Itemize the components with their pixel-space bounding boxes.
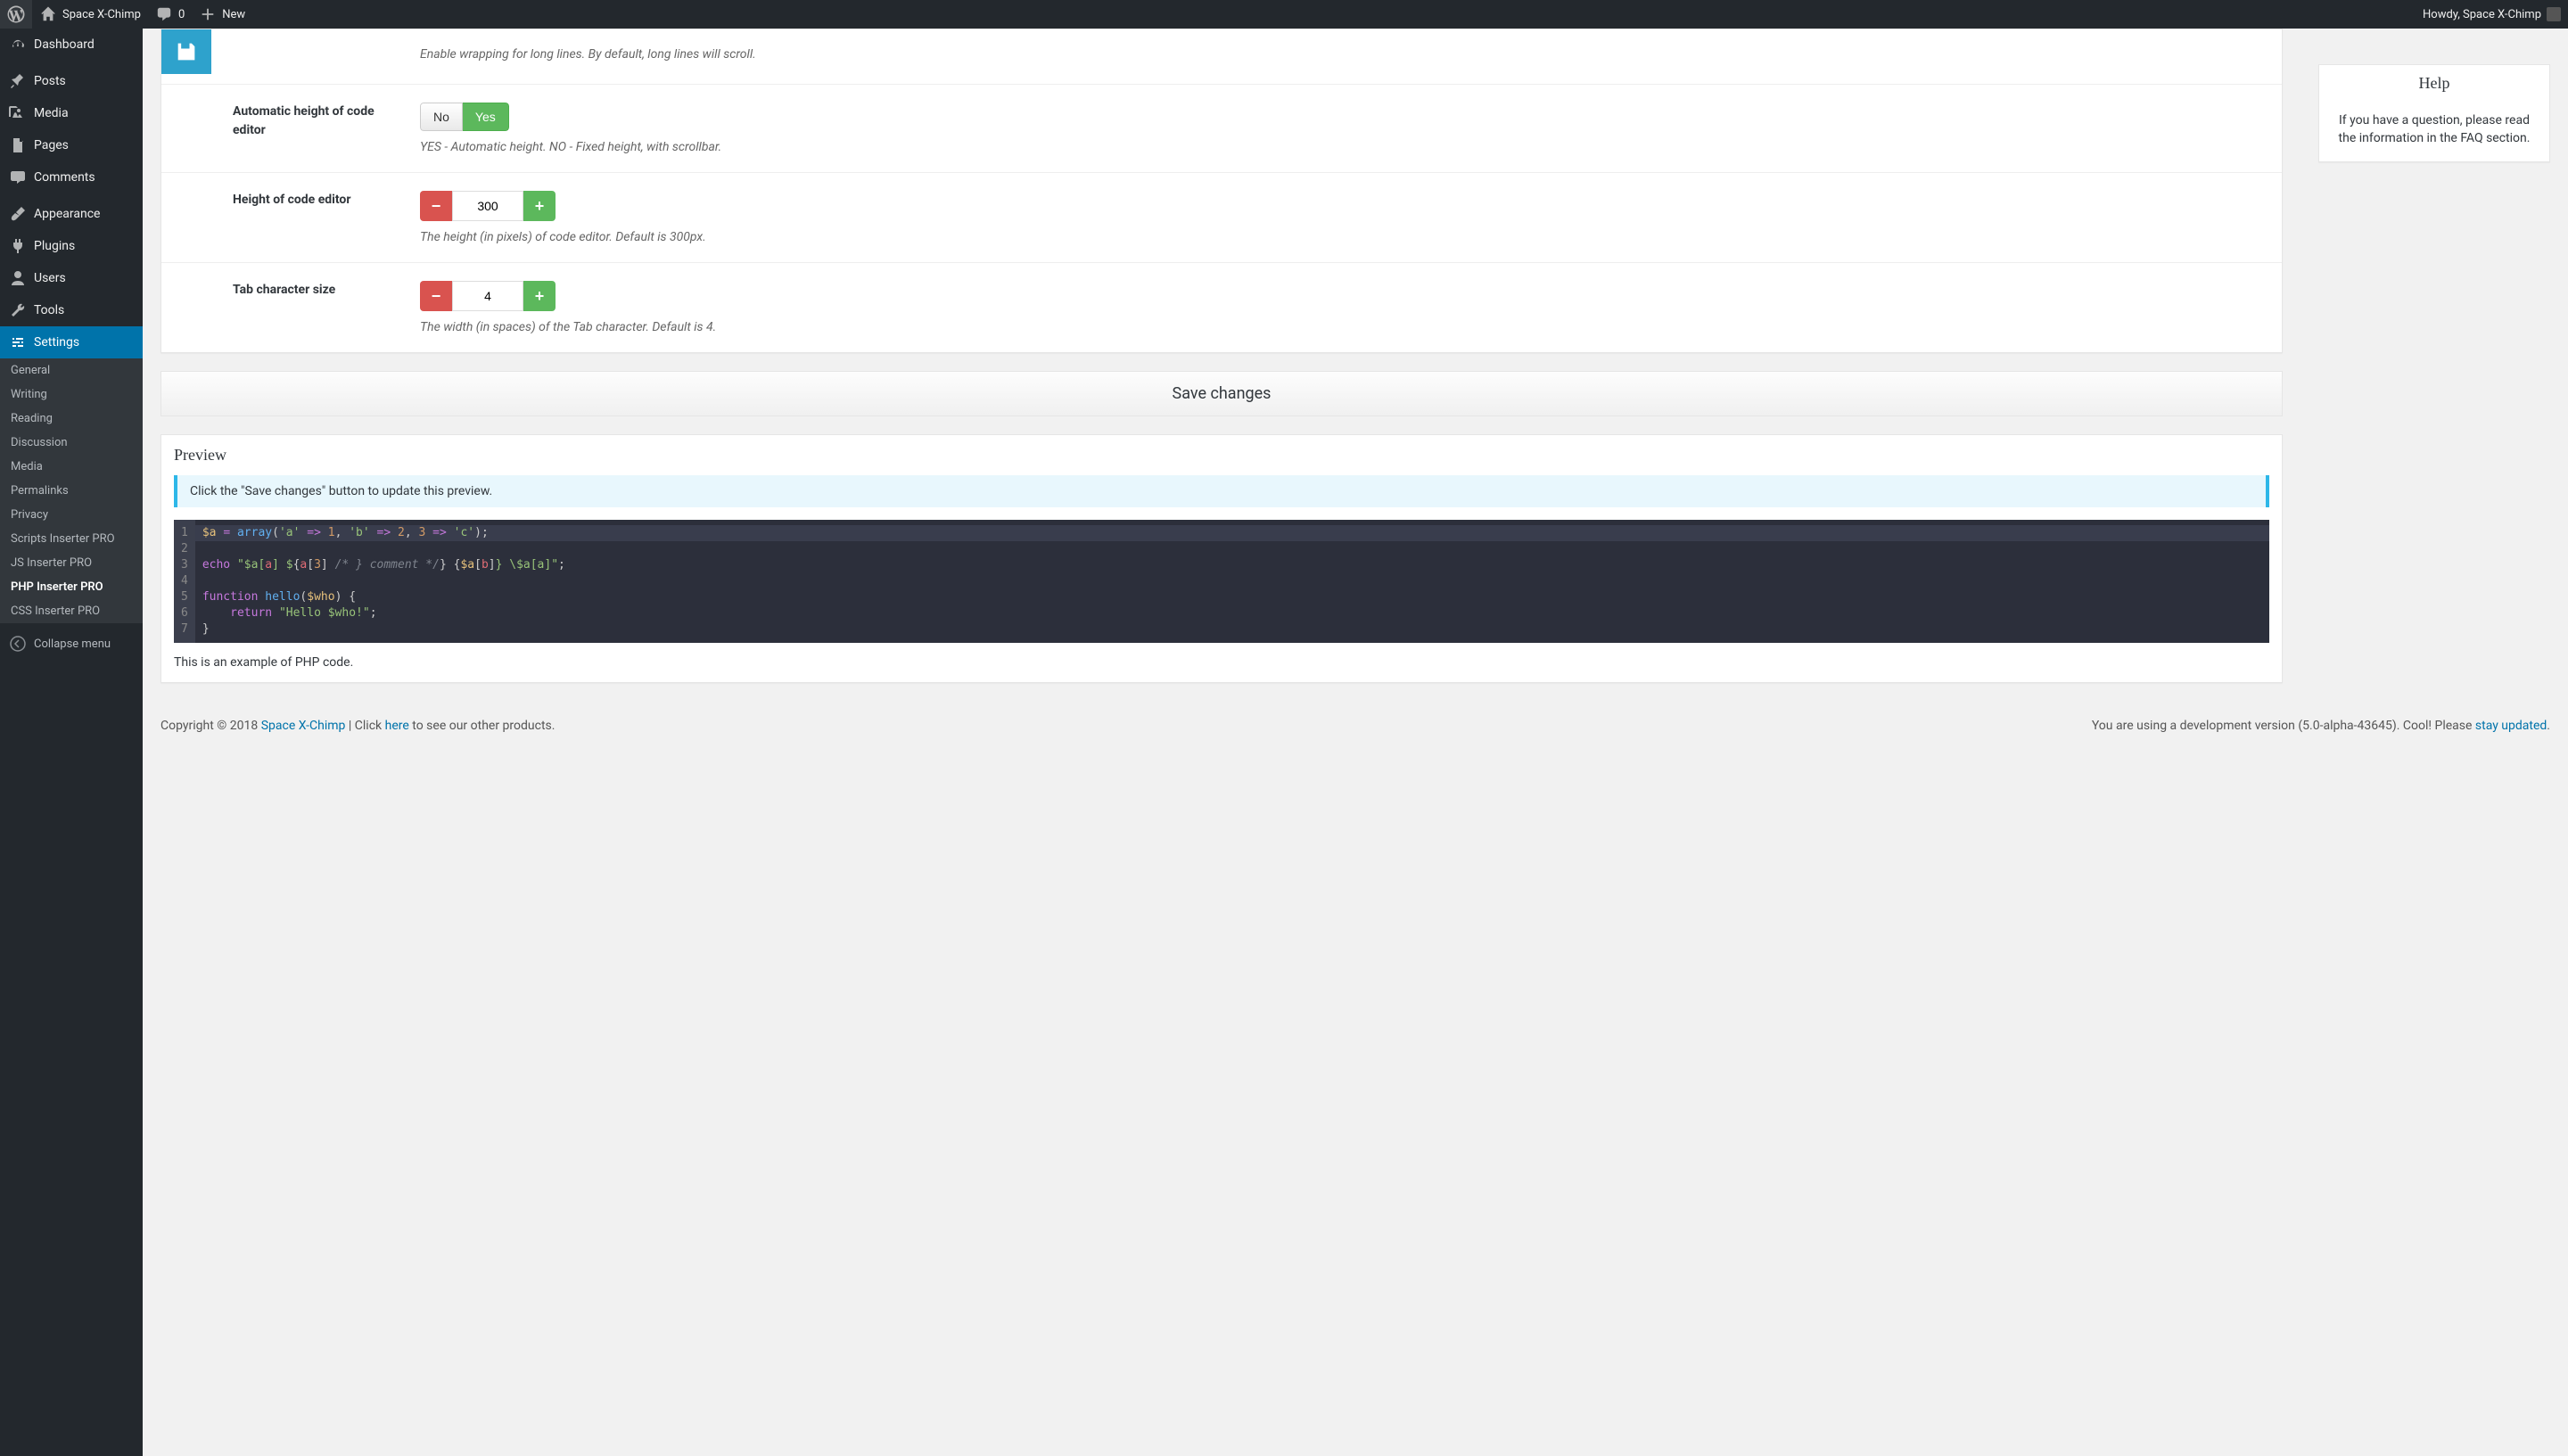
- floppy-disk-icon: [174, 39, 199, 64]
- comment-count: 0: [178, 8, 185, 21]
- height-increment[interactable]: +: [523, 191, 556, 221]
- submenu-permalinks[interactable]: Permalinks: [0, 479, 143, 503]
- code-gutter: 1234567: [174, 520, 195, 643]
- submenu-writing[interactable]: Writing: [0, 383, 143, 407]
- toggle-no[interactable]: No: [420, 103, 463, 131]
- menu-appearance[interactable]: Appearance: [0, 198, 143, 230]
- submenu-php-inserter[interactable]: PHP Inserter PRO: [0, 575, 143, 599]
- tab-decrement[interactable]: −: [420, 281, 452, 311]
- auto-height-label: Automatic height of code editor: [233, 103, 402, 154]
- plus-icon: [199, 5, 217, 23]
- menu-settings[interactable]: Settings: [0, 326, 143, 358]
- tab-input[interactable]: [452, 281, 523, 311]
- collapse-menu[interactable]: Collapse menu: [0, 628, 143, 660]
- submenu-media[interactable]: Media: [0, 455, 143, 479]
- menu-plugins[interactable]: Plugins: [0, 230, 143, 262]
- wordpress-icon: [7, 5, 25, 23]
- tab-spinner: − +: [420, 281, 556, 311]
- preview-notice: Click the "Save changes" button to updat…: [174, 475, 2269, 507]
- wrench-icon: [9, 301, 27, 319]
- comments-icon: [9, 169, 27, 186]
- height-help: The height (in pixels) of code editor. D…: [420, 230, 2264, 244]
- comment-icon: [155, 5, 173, 23]
- home-icon: [39, 5, 57, 23]
- preview-title: Preview: [161, 435, 2282, 475]
- preview-box: Preview Click the "Save changes" button …: [160, 434, 2283, 683]
- submenu-general[interactable]: General: [0, 358, 143, 383]
- footer-left: Copyright © 2018 Space X-Chimp | Click h…: [160, 719, 555, 733]
- height-label: Height of code editor: [233, 191, 402, 244]
- user-icon: [9, 269, 27, 287]
- height-decrement[interactable]: −: [420, 191, 452, 221]
- toggle-yes[interactable]: Yes: [463, 103, 509, 131]
- height-spinner: − +: [420, 191, 556, 221]
- settings-submenu: General Writing Reading Discussion Media…: [0, 358, 143, 623]
- help-body: If you have a question, please read the …: [2319, 102, 2549, 161]
- menu-posts[interactable]: Posts: [0, 65, 143, 97]
- tab-help: The width (in spaces) of the Tab charact…: [420, 320, 2264, 334]
- admin-toolbar: Space X-Chimp 0 New Howdy, Space X-Chimp: [0, 0, 2568, 29]
- submenu-css-inserter[interactable]: CSS Inserter PRO: [0, 599, 143, 623]
- collapse-icon: [9, 635, 27, 653]
- tab-increment[interactable]: +: [523, 281, 556, 311]
- submenu-privacy[interactable]: Privacy: [0, 503, 143, 527]
- site-home-link[interactable]: Space X-Chimp: [32, 0, 148, 29]
- footer-update-link[interactable]: stay updated: [2475, 719, 2547, 733]
- help-title: Help: [2319, 65, 2549, 102]
- plugin-icon: [9, 237, 27, 255]
- submenu-js-inserter[interactable]: JS Inserter PRO: [0, 551, 143, 575]
- media-icon: [9, 104, 27, 122]
- menu-comments[interactable]: Comments: [0, 161, 143, 193]
- editor-settings-box: Enable wrapping for long lines. By defau…: [160, 29, 2283, 353]
- submenu-discussion[interactable]: Discussion: [0, 431, 143, 455]
- code-preview: 1234567 $a = array('a' => 1, 'b' => 2, 3…: [174, 520, 2269, 643]
- submenu-reading[interactable]: Reading: [0, 407, 143, 431]
- menu-pages[interactable]: Pages: [0, 129, 143, 161]
- submenu-scripts-inserter[interactable]: Scripts Inserter PRO: [0, 527, 143, 551]
- menu-dashboard[interactable]: Dashboard: [0, 29, 143, 61]
- settings-icon: [9, 333, 27, 351]
- site-title: Space X-Chimp: [62, 8, 141, 21]
- tab-size-label: Tab character size: [233, 281, 402, 334]
- footer-right: You are using a development version (5.0…: [2092, 719, 2550, 733]
- admin-sidebar: Dashboard Posts Media Pages Comments App…: [0, 29, 143, 1456]
- menu-media[interactable]: Media: [0, 97, 143, 129]
- brush-icon: [9, 205, 27, 223]
- wp-logo-menu[interactable]: [0, 0, 32, 29]
- code-body: $a = array('a' => 1, 'b' => 2, 3 => 'c')…: [195, 520, 2269, 643]
- footer-here-link[interactable]: here: [385, 719, 409, 733]
- account-menu[interactable]: Howdy, Space X-Chimp: [2416, 0, 2568, 29]
- menu-users[interactable]: Users: [0, 262, 143, 294]
- save-floppy-badge[interactable]: [161, 29, 211, 74]
- comments-link[interactable]: 0: [148, 0, 192, 29]
- howdy-text: Howdy, Space X-Chimp: [2423, 8, 2541, 21]
- auto-height-toggle[interactable]: No Yes: [420, 103, 509, 131]
- user-avatar: [2547, 7, 2561, 21]
- footer-brand-link[interactable]: Space X-Chimp: [261, 719, 346, 733]
- height-input[interactable]: [452, 191, 523, 221]
- page-icon: [9, 136, 27, 154]
- dashboard-icon: [9, 36, 27, 53]
- new-label: New: [222, 8, 245, 21]
- menu-tools[interactable]: Tools: [0, 294, 143, 326]
- auto-height-help: YES - Automatic height. NO - Fixed heigh…: [420, 140, 2264, 154]
- line-wrap-help: Enable wrapping for long lines. By defau…: [420, 47, 2264, 62]
- help-box: Help If you have a question, please read…: [2318, 64, 2550, 162]
- admin-footer: Copyright © 2018 Space X-Chimp | Click h…: [143, 701, 2568, 751]
- pin-icon: [9, 72, 27, 90]
- new-content-link[interactable]: New: [192, 0, 252, 29]
- save-changes-button[interactable]: Save changes: [160, 371, 2283, 416]
- preview-footer-text: This is an example of PHP code.: [161, 655, 2282, 682]
